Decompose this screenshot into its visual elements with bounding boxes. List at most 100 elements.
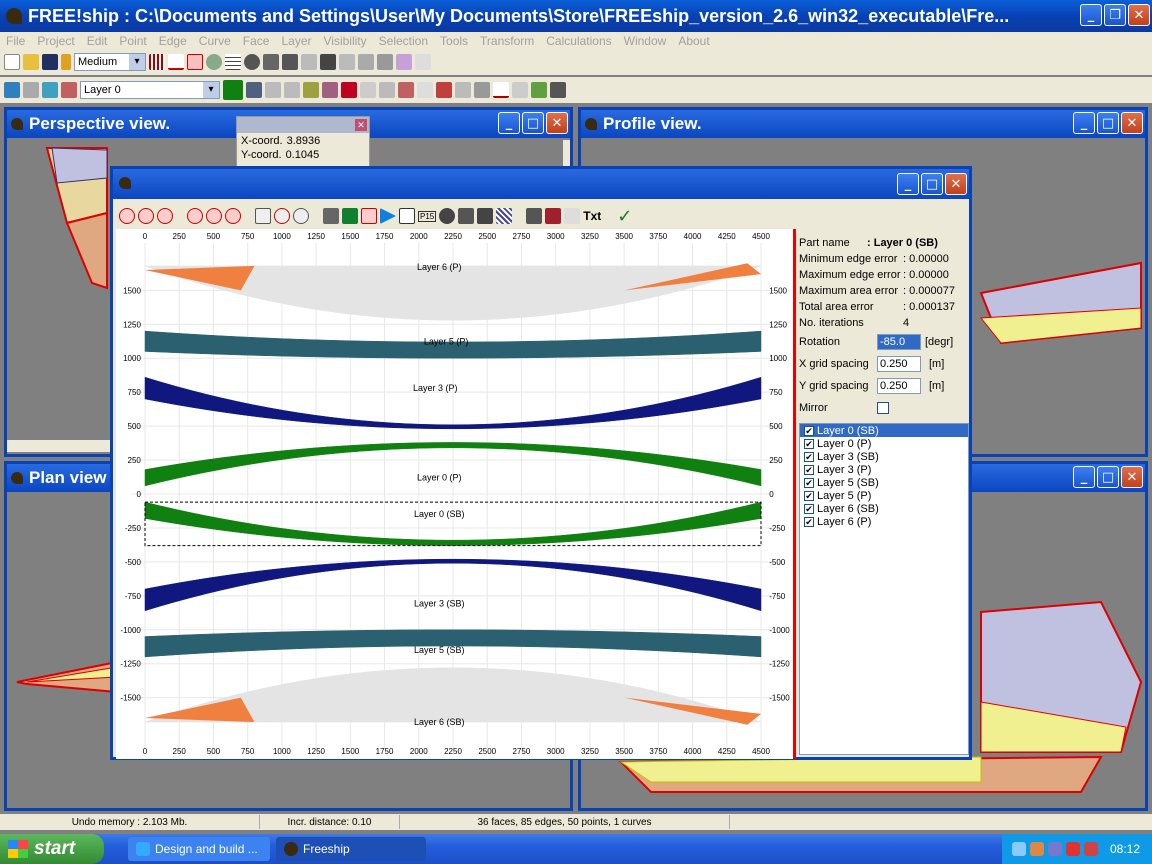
mirror-icon[interactable] [398,82,414,98]
rotation-input[interactable]: -85.0 [877,334,921,350]
star-icon[interactable] [512,82,528,98]
buttocks-icon[interactable] [244,54,260,70]
layer-stack-icon[interactable] [246,82,262,98]
menu-project[interactable]: Project [37,34,74,48]
layer-checkbox[interactable]: ✔ [804,477,814,488]
rotate-10-cw-icon[interactable] [206,208,222,224]
network-tray-icon[interactable] [1011,842,1026,856]
print-icon[interactable] [526,208,543,224]
layer-list-item[interactable]: ✔ Layer 5 (SB) [800,476,968,489]
layer-list-item[interactable]: ✔ Layer 3 (SB) [800,450,968,463]
layer-checkbox[interactable]: ✔ [804,503,814,514]
markers-icon[interactable] [339,54,355,70]
curvature-icon[interactable] [168,54,184,70]
layer-color-swatch[interactable] [223,80,243,100]
volume-tray-icon[interactable] [1029,842,1044,856]
rotate-1-ccw-icon[interactable] [157,208,173,224]
dialog-maximize-button[interactable]: □ [921,173,943,195]
coordinate-close-icon[interactable]: ✕ [355,119,367,131]
menu-calculations[interactable]: Calculations [546,34,611,48]
layer-list-item[interactable]: ✔ Layer 5 (P) [800,489,968,502]
hydrostatics-icon[interactable] [301,54,317,70]
open-folder-icon[interactable] [23,54,39,70]
dialog-minimize-button[interactable]: _ [897,173,919,195]
layer-list-item[interactable]: ✔ Layer 3 (P) [800,463,968,476]
rotate-10-ccw-icon[interactable] [138,208,154,224]
menu-transform[interactable]: Transform [480,34,534,48]
layer-list-item[interactable]: ✔ Layer 6 (P) [800,515,968,528]
menu-about[interactable]: About [678,34,709,48]
layer-checkbox[interactable]: ✔ [804,490,814,501]
bodyplan-close-button[interactable]: ✕ [1121,466,1143,488]
plates-canvas[interactable]: 0 0 250 250 500 500 750 750 1000 1000 1250 1250 1500… [116,229,793,759]
menu-point[interactable]: Point [119,34,146,48]
play-icon[interactable] [380,208,396,224]
rotate-90-ccw-icon[interactable] [119,208,135,224]
start-button[interactable]: start [0,834,104,864]
layer-checkbox[interactable]: ✔ [804,425,814,436]
perspective-maximize-button[interactable]: □ [522,112,544,134]
buttocks-toggle-icon[interactable] [458,208,475,224]
pencil-icon[interactable] [303,82,319,98]
y-grid-input[interactable]: 0.250 [877,378,921,394]
shading-icon[interactable] [358,54,374,70]
waterlines-toggle-icon[interactable] [477,208,494,224]
curve-tool-icon[interactable] [493,82,509,98]
display-tray-icon[interactable] [1047,842,1062,856]
split-icon[interactable] [436,82,452,98]
merge-icon[interactable] [455,82,471,98]
show-edges-icon[interactable] [361,208,377,224]
bodyplan-maximize-button[interactable]: □ [1097,466,1119,488]
menu-edit[interactable]: Edit [87,34,108,48]
render-icon[interactable] [377,54,393,70]
control-net-icon[interactable] [149,54,165,70]
extrude-icon[interactable] [474,82,490,98]
grid-icon[interactable] [225,54,241,70]
layer-checkbox[interactable]: ✔ [804,464,814,475]
stations-icon[interactable] [206,54,222,70]
ok-check-icon[interactable]: ✓ [617,206,632,227]
save-dialog-icon[interactable] [545,208,562,224]
layers-icon[interactable] [4,82,20,98]
save-icon[interactable] [42,54,58,70]
book-icon[interactable] [322,82,338,98]
zoom-out-icon[interactable] [293,208,309,224]
menu-selection[interactable]: Selection [379,34,428,48]
unlock-icon[interactable] [360,82,376,98]
layer-list-item[interactable]: ✔ Layer 6 (SB) [800,502,968,515]
stations-toggle-icon[interactable] [439,208,456,224]
new-layer-icon[interactable] [61,82,77,98]
layer-props-icon[interactable] [23,82,39,98]
perspective-minimize-button[interactable]: _ [498,112,520,134]
zoom-extents-icon[interactable] [255,208,271,224]
taskbar-item-freeship[interactable]: Freeship [276,837,426,861]
color-fill-icon[interactable] [342,208,358,224]
show-parts-icon[interactable] [323,208,339,224]
x-grid-input[interactable]: 0.250 [877,356,921,372]
menu-face[interactable]: Face [243,34,270,48]
layer-list-item[interactable]: ✔ Layer 0 (SB) [800,424,968,437]
perspective-close-button[interactable]: ✕ [546,112,568,134]
layer-checkbox[interactable]: ✔ [804,438,814,449]
antivirus-tray-icon[interactable] [1083,842,1098,856]
diagonals-icon[interactable] [282,54,298,70]
rotate-1-cw-icon[interactable] [187,208,203,224]
bodyplan-minimize-button[interactable]: _ [1073,466,1095,488]
add-point-icon[interactable] [265,82,281,98]
new-file-icon[interactable] [4,54,20,70]
grid-toggle-icon[interactable] [496,208,513,224]
zoom-in-icon[interactable] [274,208,290,224]
curve-icon[interactable] [396,54,412,70]
profile-maximize-button[interactable]: □ [1097,112,1119,134]
export-icon[interactable] [550,82,566,98]
menu-curve[interactable]: Curve [199,34,231,48]
minimize-button[interactable]: _ [1080,4,1102,26]
develop-plates-icon[interactable] [531,82,547,98]
export-dxf-icon[interactable] [564,208,581,224]
p15-button[interactable]: P15 [418,210,437,222]
profile-close-button[interactable]: ✕ [1121,112,1143,134]
mirror-checkbox[interactable] [877,402,889,414]
layer-select[interactable]: Layer 0 [80,81,220,99]
menu-file[interactable]: File [6,34,25,48]
maximize-button[interactable]: ❐ [1104,4,1126,26]
